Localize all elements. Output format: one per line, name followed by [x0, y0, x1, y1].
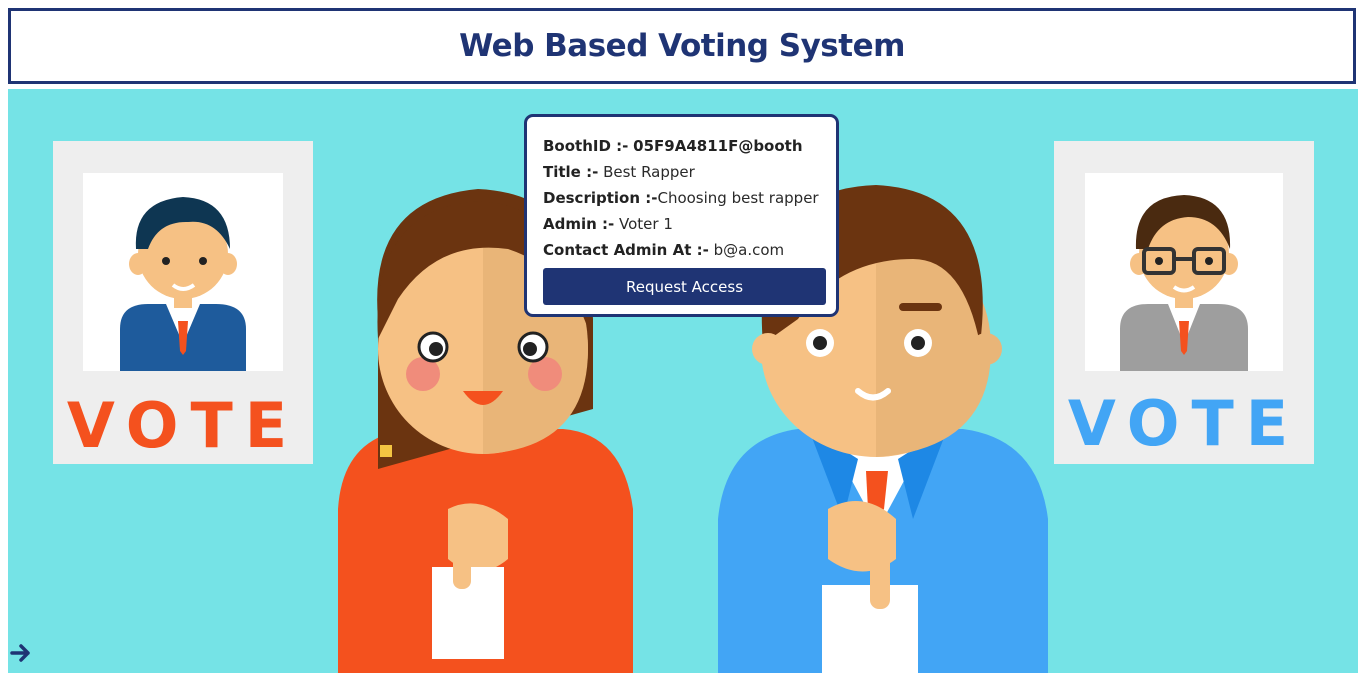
title-row: Title :- Best Rapper [543, 159, 822, 185]
page-title: Web Based Voting System [459, 28, 905, 64]
page-header: Web Based Voting System [8, 8, 1356, 84]
vote-poster-right: VOTE [1054, 141, 1314, 464]
admin-row: Admin :- Voter 1 [543, 211, 822, 237]
arrow-right-icon[interactable] [9, 641, 33, 665]
title-label: Title :- [543, 163, 599, 181]
vote-text-left: VOTE [67, 389, 299, 462]
admin-value: Voter 1 [619, 215, 673, 233]
request-access-button[interactable]: Request Access [543, 268, 826, 305]
description-value: Choosing best rapper [657, 189, 819, 207]
description-row: Description :-Choosing best rapper [543, 185, 822, 211]
boothid-value: 05F9A4811F@booth [633, 137, 803, 155]
contact-label: Contact Admin At :- [543, 241, 709, 259]
description-label: Description :- [543, 189, 658, 207]
title-value: Best Rapper [603, 163, 695, 181]
boothid-label: BoothID :- [543, 137, 629, 155]
boothid-row: BoothID :- 05F9A4811F@booth [543, 133, 822, 159]
contact-row: Contact Admin At :- b@a.com [543, 237, 822, 263]
vote-poster-left: VOTE [53, 141, 313, 464]
admin-label: Admin :- [543, 215, 615, 233]
contact-value: b@a.com [713, 241, 785, 259]
booth-info-card: BoothID :- 05F9A4811F@booth Title :- Bes… [524, 114, 839, 317]
vote-text-right: VOTE [1068, 387, 1300, 460]
